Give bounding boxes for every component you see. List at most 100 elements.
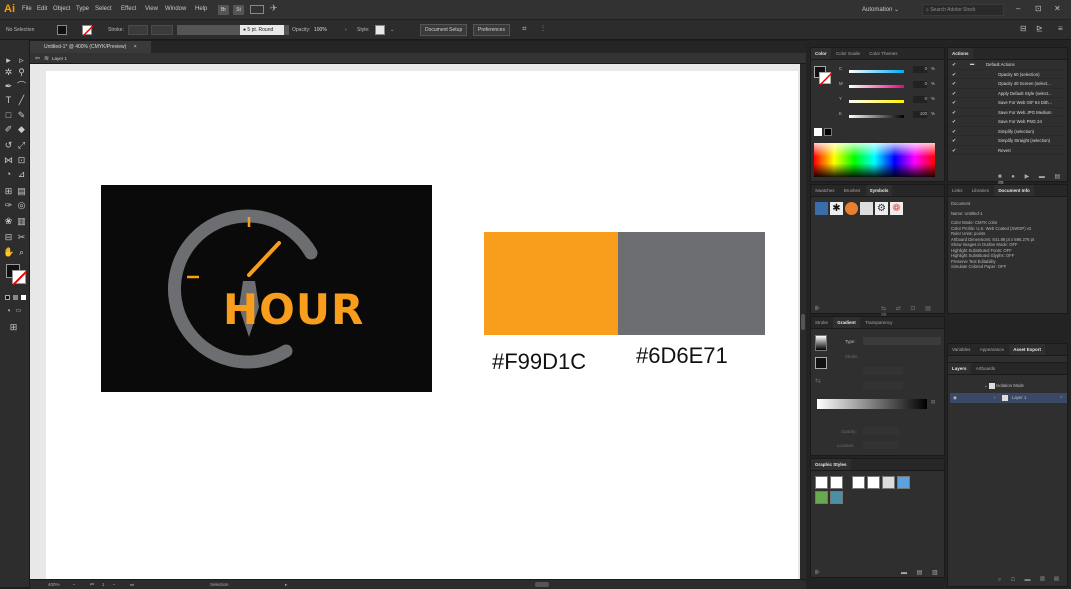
checkmark-icon[interactable]: ✔	[952, 81, 956, 87]
gray-color-swatch[interactable]	[618, 232, 765, 335]
symbol-thumbnail[interactable]: ⚙	[875, 202, 888, 215]
perspective-grid-tool-icon[interactable]: ⊿	[16, 169, 27, 180]
delete-stop-icon[interactable]: ▤	[931, 399, 935, 405]
artboard-tool-icon[interactable]: ⊟	[3, 232, 14, 243]
checkmark-icon[interactable]: ✔	[952, 129, 956, 135]
style-thumbnail[interactable]	[852, 476, 865, 489]
style-thumbnail[interactable]	[867, 476, 880, 489]
symbol-thumbnail[interactable]: ✱	[830, 202, 843, 215]
hand-tool-icon[interactable]: ✋	[3, 247, 14, 258]
rectangle-tool-icon[interactable]: □	[3, 110, 14, 121]
color-stroke-box[interactable]	[819, 72, 833, 86]
gradient-aspect-field[interactable]	[863, 381, 903, 389]
gradient-thumbnail[interactable]	[815, 335, 827, 351]
zoom-level[interactable]: 400%	[48, 582, 60, 587]
channel-k-slider[interactable]	[849, 115, 904, 118]
tab-stroke[interactable]: Stroke	[811, 317, 832, 328]
document-tab[interactable]: Untitled-1* @ 400% (CMYK/Preview) ×	[30, 41, 151, 53]
style-thumbnail[interactable]	[830, 491, 843, 504]
color-mode-icon[interactable]	[5, 295, 10, 300]
horizontal-scrollbar-thumb[interactable]	[535, 582, 549, 587]
opacity-value[interactable]: 100%	[314, 27, 327, 33]
search-stock-input[interactable]: ⌕ Search Adobe Stock	[922, 4, 1004, 16]
tab-variables[interactable]: Variables	[948, 344, 974, 355]
menu-icon[interactable]: ≡	[1058, 24, 1063, 33]
tab-artboards[interactable]: Artboards	[972, 363, 1000, 374]
blend-tool-icon[interactable]: ◎	[16, 200, 27, 211]
style-thumbnail[interactable]	[897, 476, 910, 489]
style-thumbnail[interactable]	[830, 476, 843, 489]
symbol-thumbnail[interactable]	[845, 202, 858, 215]
gray-hex-label[interactable]: #6D6E71	[636, 343, 728, 369]
action-row[interactable]: ✔ Save For Web GIF 64 Dith...	[948, 98, 1067, 108]
symbol-thumbnail[interactable]: ❁	[890, 202, 903, 215]
symbol-libraries-icon[interactable]: ⊪	[815, 305, 820, 312]
stock-button[interactable]: St	[233, 5, 244, 15]
tab-actions[interactable]: Actions	[948, 48, 973, 59]
hour-logo-artwork[interactable]: HOUR	[101, 185, 432, 392]
gradient-fill-box[interactable]	[815, 357, 827, 369]
target-circle-icon[interactable]: ○	[1060, 394, 1063, 399]
zoom-tool-icon[interactable]: ⌕	[16, 247, 27, 258]
artboard-number[interactable]: 1	[102, 582, 105, 587]
tab-asset-export[interactable]: Asset Export	[1009, 344, 1046, 355]
align-icon[interactable]: ⫶	[542, 24, 544, 34]
tab-brushes[interactable]: Brushes	[840, 185, 865, 196]
tab-document-info[interactable]: Document Info	[994, 185, 1034, 196]
preferences-button[interactable]: Preferences	[473, 24, 510, 36]
vertical-scrollbar-thumb[interactable]	[801, 314, 805, 330]
action-row[interactable]: ✔ Opacity 60 (selection)	[948, 70, 1067, 79]
menu-help[interactable]: Help	[195, 6, 207, 12]
channel-c-slider[interactable]	[849, 70, 904, 73]
layer-row[interactable]: ⌄ Isolation Mode	[984, 383, 1068, 391]
expand-arrow-icon[interactable]: ›	[994, 395, 995, 400]
selection-tool-icon[interactable]: ▸	[3, 55, 14, 66]
zoom-dropdown-icon[interactable]: ⌄	[72, 581, 76, 587]
arrange-icon[interactable]: ⊵	[1036, 24, 1043, 33]
symbol-thumbnail[interactable]	[860, 202, 873, 215]
menu-file[interactable]: File	[22, 6, 32, 12]
tab-symbols[interactable]: Symbols	[865, 185, 893, 196]
checkmark-icon[interactable]: ✔	[952, 138, 956, 144]
gpu-performance-icon[interactable]: ✈	[270, 3, 278, 14]
tab-transparency[interactable]: Transparency	[861, 317, 896, 328]
stroke-weight-stepper[interactable]	[128, 25, 148, 35]
checkmark-icon[interactable]: ✔	[952, 62, 956, 68]
action-row[interactable]: ✔ ▬ Default Actions	[948, 60, 1067, 70]
free-transform-tool-icon[interactable]: ⊡	[16, 155, 27, 166]
action-row[interactable]: ✔ Opacity 40 Screen (select...	[948, 79, 1067, 89]
style-thumbnail[interactable]	[815, 476, 828, 489]
tab-appearance[interactable]: Appearance	[976, 344, 1008, 355]
style-panel-controls[interactable]: ▬ ▤ ▥	[901, 569, 942, 576]
tab-libraries[interactable]: Libraries	[968, 185, 993, 196]
channel-k-value[interactable]: 100	[913, 111, 927, 118]
slice-tool-icon[interactable]: ✂	[16, 232, 27, 243]
symbol-sprayer-tool-icon[interactable]: ❀	[3, 216, 14, 227]
maximize-button[interactable]: ⊡	[1035, 4, 1042, 13]
width-tool-icon[interactable]: ⋈	[3, 155, 14, 166]
current-tool-status[interactable]: Selection	[210, 582, 229, 587]
black-swatch[interactable]	[824, 128, 832, 136]
shaper-tool-icon[interactable]: ✐	[3, 124, 14, 135]
mesh-tool-icon[interactable]: ⊞	[3, 186, 14, 197]
graphic-style-swatch[interactable]	[375, 25, 385, 35]
gradient-location-field[interactable]	[863, 441, 899, 449]
paintbrush-tool-icon[interactable]: ✎	[16, 110, 27, 121]
menu-select[interactable]: Select	[95, 6, 112, 12]
panel-options-icon[interactable]: ⊟	[1020, 24, 1027, 33]
isolate-icon[interactable]: ⌗	[522, 24, 527, 34]
arrange-documents-icon[interactable]	[250, 5, 264, 14]
checkmark-icon[interactable]: ✔	[952, 100, 956, 106]
orange-color-swatch[interactable]	[484, 232, 618, 335]
checkmark-icon[interactable]: ✔	[952, 148, 956, 154]
eyedropper-tool-icon[interactable]: ✑	[3, 200, 14, 211]
column-graph-tool-icon[interactable]: ▥	[16, 216, 27, 227]
action-row[interactable]: ✔ Simplify (selection)	[948, 127, 1067, 136]
symbol-thumbnail[interactable]	[815, 202, 828, 215]
status-play-icon[interactable]: ▸	[285, 582, 287, 588]
gradient-opacity-field[interactable]	[863, 427, 899, 435]
color-spectrum[interactable]	[814, 143, 935, 177]
tab-layers[interactable]: Layers	[948, 363, 971, 374]
gradient-angle-field[interactable]	[863, 367, 903, 375]
gradient-type-dropdown[interactable]	[863, 337, 941, 345]
